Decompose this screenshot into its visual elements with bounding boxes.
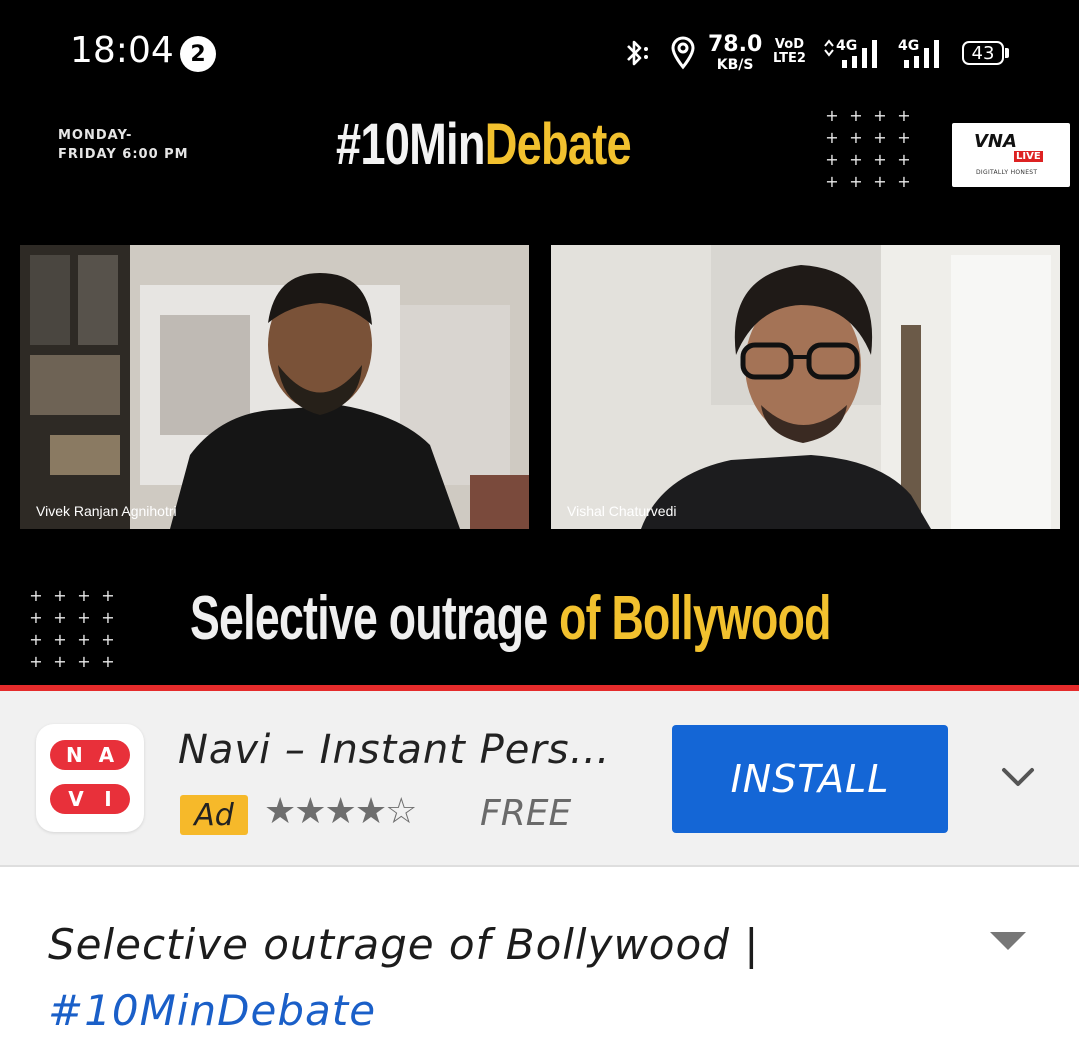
signal-strength-sim2-icon [904,40,939,68]
speaker-right-scene [551,245,1060,529]
channel-logo: VNA LIVE DIGITALLY HONEST [952,123,1070,187]
volte-bottom-label: LTE2 [773,50,806,66]
app-icon-letter: A [98,743,115,767]
channel-logo-live: LIVE [1014,151,1043,162]
channel-logo-text: VNA [974,131,1017,152]
topic-white-part: Selective outrage [190,584,560,653]
schedule-line-1: MONDAY- [58,128,133,143]
decorative-plus-grid-top: + + + + + + + + + + + + + + + + [825,106,911,191]
show-headline: #10MinDebate [336,111,632,178]
app-icon-top-tile: N A [50,740,130,770]
location-icon [671,36,695,70]
speaker-name-right: Vishal Chaturvedi [567,503,677,519]
decorative-plus-grid-bottom: + + + + + + + + + + + + + + + + [29,586,115,671]
install-button[interactable]: INSTALL [672,725,948,833]
ad-price: FREE [480,793,572,834]
signal-strength-sim1-icon [842,40,877,68]
app-icon-letter: V [68,787,84,811]
ad-rating-stars: ★★★★☆ [264,791,417,832]
schedule-line-2: FRIDAY 6:00 PM [58,146,189,162]
expand-description-icon[interactable] [988,930,1028,952]
headline-white-part: #10Min [336,112,485,177]
speaker-name-left: Vivek Ranjan Agnihotri [36,503,177,519]
app-icon-bottom-tile: V I [50,784,130,814]
video-title-text: Selective outrage of Bollywood | [48,920,760,969]
debate-topic-title: Selective outrage of Bollywood [190,583,831,654]
status-time: 18:04 [70,30,174,71]
volte-indicator: VoD LTE2 [773,38,806,65]
ad-banner[interactable]: N A V I Navi – Instant Pers… Ad ★★★★☆ FR… [0,691,1079,867]
video-player[interactable]: MONDAY- FRIDAY 6:00 PM #10MinDebate + + + +… [0,105,1079,685]
video-title[interactable]: Selective outrage of Bollywood | #10MinD… [48,912,948,1044]
notification-count-badge: 2 [180,36,216,72]
app-icon-letter: N [65,743,83,767]
speaker-video-left: Vivek Ranjan Agnihotri [20,245,529,529]
network-speed-unit: KB/S [716,57,754,73]
network-speed: 78.0 KB/S [708,32,763,73]
app-icon-letter: I [104,787,112,811]
chevron-down-icon[interactable] [1000,765,1036,789]
navi-app-icon[interactable]: N A V I [36,724,144,832]
topic-yellow-part: of Bollywood [559,584,831,653]
volte-top-label: VoD [774,37,804,52]
battery-tip [1005,48,1009,58]
ad-app-name[interactable]: Navi – Instant Pers… [178,727,611,773]
data-transfer-icon [824,39,834,57]
hashtag-link[interactable]: #10MinDebate [48,978,948,1044]
show-schedule: MONDAY- FRIDAY 6:00 PM [58,127,189,165]
battery-icon: 43 [962,41,1004,65]
battery-level: 43 [971,42,995,64]
speaker-video-right: Vishal Chaturvedi [551,245,1060,529]
channel-logo-tagline: DIGITALLY HONEST [976,169,1038,176]
speaker-left-scene [20,245,529,529]
headline-yellow-part: Debate [484,112,632,177]
network-speed-value: 78.0 [708,32,763,57]
ad-badge: Ad [180,795,248,835]
status-bar: 18:04 2 78.0 KB/S VoD LTE2 4G 4G 43 [0,0,1079,105]
bluetooth-icon [627,40,648,66]
